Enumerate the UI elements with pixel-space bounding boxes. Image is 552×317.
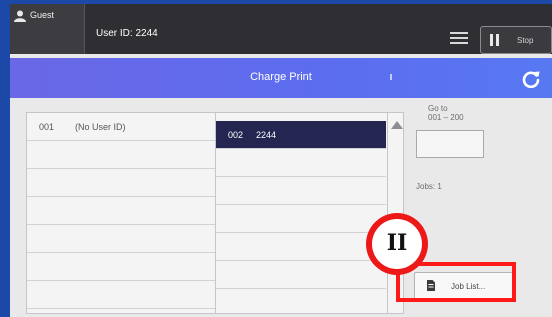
list-item	[216, 261, 386, 289]
list-item	[27, 253, 215, 281]
printer-screen: Guest User ID: 2244 Stop Charge Print 00…	[10, 4, 552, 317]
list-item	[216, 205, 386, 233]
person-icon	[14, 10, 26, 22]
user-list: 001 (No User ID) 002 2244	[26, 112, 404, 314]
list-item	[216, 149, 386, 177]
user-number: 001	[39, 122, 55, 132]
jobs-count: Jobs: 1	[416, 182, 442, 191]
status-bar: Guest User ID: 2244 Stop	[10, 4, 552, 54]
user-id-text: User ID: 2244	[96, 28, 158, 39]
list-item	[27, 141, 215, 169]
list-item	[27, 197, 215, 225]
goto-label: Go to 001 – 200	[428, 104, 464, 122]
title-dropdown-indicator	[390, 74, 392, 80]
list-item-selected[interactable]: 002 2244	[216, 121, 386, 149]
list-item[interactable]: 001 (No User ID)	[27, 113, 215, 141]
refresh-icon[interactable]	[522, 70, 540, 88]
scroll-up-icon[interactable]	[391, 121, 403, 129]
stop-button[interactable]: Stop	[480, 26, 552, 54]
goto-range: 001 – 200	[428, 113, 464, 122]
page-title: Charge Print	[250, 71, 312, 83]
step-marker-label: II	[386, 230, 408, 256]
user-id-value: (No User ID)	[75, 122, 126, 132]
list-item	[27, 169, 215, 197]
pause-icon	[490, 34, 499, 46]
hamburger-menu-icon[interactable]	[450, 32, 468, 46]
user-number: 002	[228, 130, 244, 140]
title-bar: Charge Print	[10, 58, 552, 98]
user-list-left-column: 001 (No User ID)	[27, 113, 216, 313]
list-item	[216, 233, 386, 261]
stop-label: Stop	[517, 36, 534, 45]
goto-title: Go to	[428, 104, 448, 113]
guest-label: Guest	[30, 10, 55, 20]
step-marker-inner: II	[372, 219, 422, 269]
goto-input[interactable]	[416, 130, 484, 158]
guest-login-button[interactable]: Guest	[10, 4, 85, 54]
user-list-right-column: 002 2244	[216, 113, 386, 313]
list-item	[27, 281, 215, 309]
step-marker-badge: II	[366, 213, 428, 275]
list-item	[27, 225, 215, 253]
list-item	[216, 177, 386, 205]
user-id-value: 2244	[256, 130, 277, 140]
